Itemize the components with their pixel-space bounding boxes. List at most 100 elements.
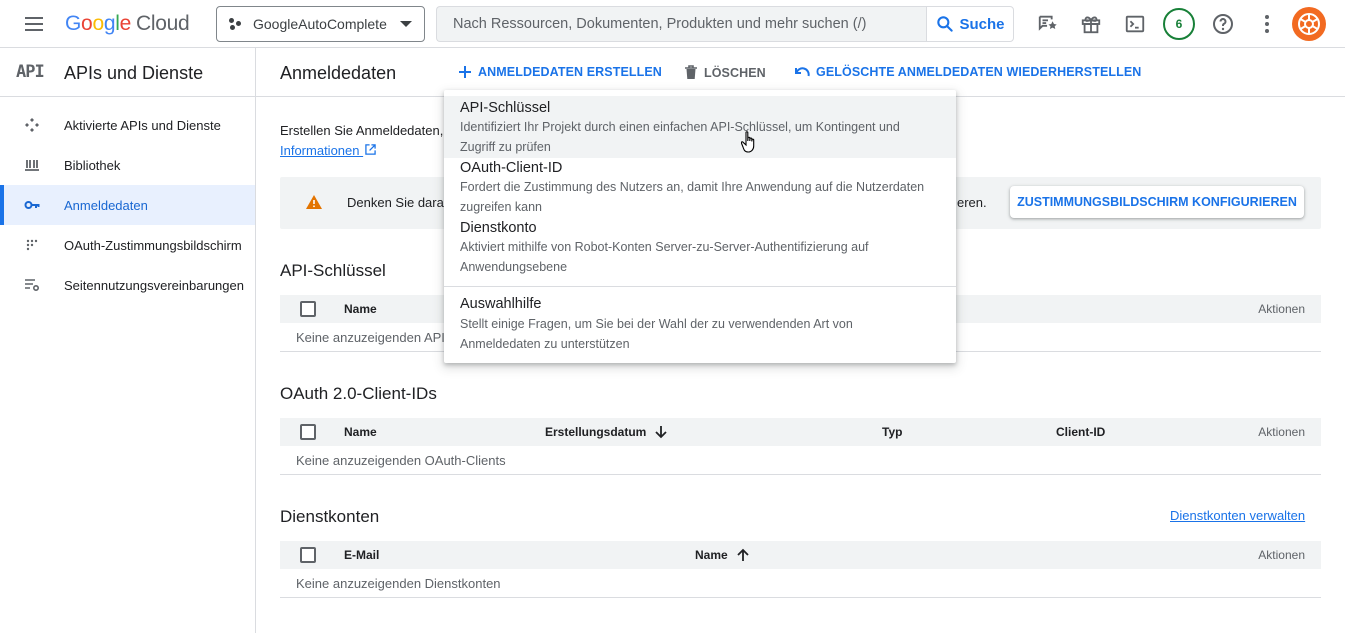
- menu-item-description: Fordert die Zustimmung des Nutzers an, d…: [460, 180, 925, 214]
- logo-letter: G: [65, 12, 82, 35]
- key-icon: [24, 201, 40, 209]
- undo-icon: [795, 67, 810, 77]
- table-header: E-Mail Name Aktionen: [280, 541, 1321, 569]
- configure-consent-button[interactable]: ZUSTIMMUNGSBILDSCHIRM KONFIGURIEREN: [1010, 186, 1304, 218]
- learn-more-label: Informationen: [280, 143, 360, 158]
- api-logo: API: [16, 62, 45, 82]
- service-accounts-table: E-Mail Name Aktionen Keine anzuzeigenden…: [280, 541, 1321, 598]
- menu-item-description: Stellt einige Fragen, um Sie bei der Wah…: [460, 317, 853, 351]
- project-selector[interactable]: GoogleAutoComplete: [216, 6, 425, 42]
- gift-icon[interactable]: [1077, 10, 1105, 38]
- menu-icon[interactable]: [22, 13, 46, 35]
- menu-item-title: API-Schlüssel: [460, 100, 551, 116]
- page-title: Anmeldedaten: [280, 63, 397, 83]
- search-input[interactable]: Nach Ressourcen, Dokumenten, Produkten u…: [436, 6, 926, 42]
- table-empty-row: Keine anzuzeigenden OAuth-Clients: [280, 446, 1321, 475]
- restore-credentials-button[interactable]: GELÖSCHTE ANMELDEDATEN WIEDERHERSTELLEN: [794, 65, 1141, 79]
- library-icon: [25, 160, 39, 171]
- logo-letter: o: [81, 12, 93, 35]
- oauth-title: OAuth 2.0-Client-IDs: [280, 384, 437, 403]
- sidebar-item-oauth-consent[interactable]: OAuth-Zustimmungsbildschirm: [0, 225, 255, 265]
- restore-credentials-label: GELÖSCHTE ANMELDEDATEN WIEDERHERSTELLEN: [816, 65, 1142, 79]
- menu-item-api-key[interactable]: API-Schlüssel Identifiziert Ihr Projekt …: [444, 96, 956, 158]
- column-created[interactable]: Erstellungsdatum: [545, 425, 668, 439]
- help-icon[interactable]: [1209, 10, 1237, 38]
- manage-service-accounts-link[interactable]: Dienstkonten verwalten: [1170, 508, 1305, 523]
- logo-letter: g: [103, 12, 116, 35]
- menu-item-oauth-client-id[interactable]: OAuth-Client-ID Fordert die Zustimmung d…: [444, 158, 956, 218]
- arrow-down-icon: [655, 426, 667, 439]
- settings-list-icon: [25, 279, 40, 292]
- menu-item-title: Dienstkonto: [460, 220, 537, 236]
- empty-message: Keine anzuzeigenden OAuth-Clients: [296, 453, 506, 468]
- create-credentials-label: ANMELDEDATEN ERSTELLEN: [478, 65, 662, 79]
- menu-item-selection-help[interactable]: Auswahlhilfe Stellt einige Fragen, um Si…: [444, 287, 956, 357]
- column-client-id[interactable]: Client-ID: [1056, 425, 1105, 439]
- hand-cursor-icon: [741, 131, 755, 153]
- logo-cloud-text: Cloud: [135, 12, 190, 35]
- select-all-checkbox[interactable]: [300, 424, 316, 440]
- api-nodes-icon: [25, 118, 39, 132]
- project-dots-icon: [229, 17, 243, 31]
- feedback-icon[interactable]: [1034, 10, 1062, 38]
- sidebar: API APIs und Dienste Aktivierte APIs und…: [0, 48, 256, 633]
- service-accounts-title: Dienstkonten: [280, 507, 380, 526]
- sidebar-item-label: Anmeldedaten: [64, 197, 148, 213]
- column-name-label: Name: [695, 548, 728, 562]
- oauth-table: Name Erstellungsdatum Typ Client-ID Akti…: [280, 418, 1321, 475]
- google-cloud-logo[interactable]: Google Cloud: [65, 12, 190, 36]
- learn-more-link[interactable]: Informationen: [280, 143, 376, 158]
- select-all-checkbox[interactable]: [300, 547, 316, 563]
- column-email[interactable]: E-Mail: [344, 548, 379, 562]
- chevron-down-icon: [400, 21, 412, 27]
- empty-message: Keine anzuzeigenden API-: [296, 330, 450, 345]
- menu-item-description: Identifiziert Ihr Projekt durch einen ei…: [460, 120, 900, 154]
- select-all-checkbox[interactable]: [300, 301, 316, 317]
- column-name[interactable]: Name: [344, 425, 377, 439]
- sidebar-item-library[interactable]: Bibliothek: [0, 145, 255, 185]
- cloud-shell-icon[interactable]: [1121, 10, 1149, 38]
- sidebar-item-credentials[interactable]: Anmeldedaten: [0, 185, 255, 225]
- column-actions: Aktionen: [1258, 548, 1305, 562]
- top-bar: Google Cloud GoogleAutoComplete Nach Ress…: [0, 0, 1345, 48]
- column-name[interactable]: Name: [695, 548, 750, 562]
- empty-message: Keine anzuzeigenden Dienstkonten: [296, 576, 501, 591]
- delete-button[interactable]: LÖSCHEN: [684, 65, 766, 80]
- api-keys-title: API-Schlüssel: [280, 261, 386, 280]
- sidebar-item-label: Bibliothek: [64, 157, 121, 173]
- menu-item-title: Auswahlhilfe: [460, 296, 542, 312]
- logo-letter: e: [119, 12, 132, 35]
- avatar[interactable]: [1292, 7, 1326, 41]
- warning-text-start: Denken Sie daran: [347, 195, 452, 210]
- logo-letter: o: [92, 12, 104, 35]
- notification-badge[interactable]: 6: [1163, 8, 1195, 40]
- search-placeholder: Nach Ressourcen, Dokumenten, Produkten u…: [453, 16, 867, 32]
- search-icon: [937, 16, 954, 32]
- plus-icon: [459, 66, 471, 78]
- more-vert-icon[interactable]: [1253, 10, 1281, 38]
- table-empty-row: Keine anzuzeigenden Dienstkonten: [280, 569, 1321, 598]
- search-button-label: Suche: [959, 15, 1005, 33]
- create-credentials-button[interactable]: ANMELDEDATEN ERSTELLEN: [458, 65, 662, 79]
- menu-item-title: OAuth-Client-ID: [460, 160, 563, 176]
- sidebar-item-label: Seitennutzungsvereinbarungen: [64, 277, 244, 293]
- sidebar-header: API APIs und Dienste: [0, 48, 255, 97]
- column-created-label: Erstellungsdatum: [545, 425, 647, 439]
- column-name[interactable]: Name: [344, 302, 377, 316]
- warning-icon: [306, 195, 322, 209]
- warning-text-end: eren.: [957, 195, 987, 210]
- sidebar-item-enabled-apis[interactable]: Aktivierte APIs und Dienste: [0, 105, 255, 145]
- sidebar-item-label: OAuth-Zustimmungsbildschirm: [64, 237, 242, 253]
- sidebar-item-page-usage[interactable]: Seitennutzungsvereinbarungen: [0, 265, 255, 305]
- sidebar-nav: Aktivierte APIs und Dienste Bibliothek A…: [0, 105, 255, 305]
- intro-text: Erstellen Sie Anmeldedaten,: [280, 123, 444, 138]
- trash-icon: [685, 65, 697, 79]
- arrow-up-icon: [737, 548, 749, 561]
- column-actions: Aktionen: [1258, 425, 1305, 439]
- column-type[interactable]: Typ: [882, 425, 902, 439]
- menu-item-service-account[interactable]: Dienstkonto Aktiviert mithilfe von Robot…: [444, 218, 956, 280]
- create-credentials-menu: API-Schlüssel Identifiziert Ihr Projekt …: [444, 90, 956, 363]
- table-header: Name Erstellungsdatum Typ Client-ID Akti…: [280, 418, 1321, 446]
- search-button[interactable]: Suche: [926, 6, 1014, 42]
- delete-label: LÖSCHEN: [704, 65, 766, 80]
